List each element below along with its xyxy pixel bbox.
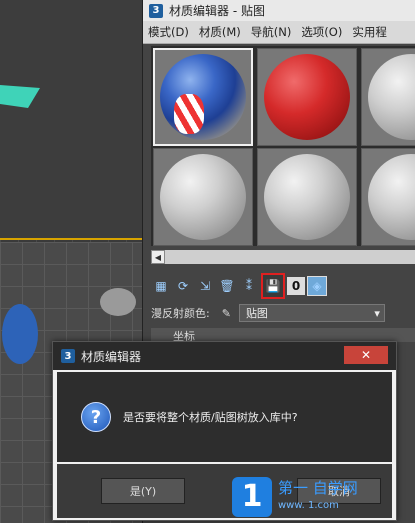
watermark-text-block: 第一 自学网 www. 1.com <box>278 479 358 515</box>
sample-slot-4[interactable] <box>153 148 253 246</box>
dialog-message: 是否要将整个材质/贴图树放入库中? <box>123 411 298 424</box>
sample-sphere-gray <box>160 154 246 240</box>
dialog-body: ? 是否要将整个材质/贴图树放入库中? <box>57 372 392 462</box>
eyedropper-icon[interactable]: ✎ <box>222 307 231 320</box>
material-sample-slots <box>151 46 415 246</box>
menu-bar: 模式(D) 材质(M) 导航(N) 选项(O) 实用程 <box>143 21 415 44</box>
material-toolbar: ▦ ⟳ ⇲ 🗑 ⁑ 💾 0 ◈ <box>151 272 415 300</box>
slots-scrollbar[interactable]: ◀ <box>151 250 415 264</box>
watermark-text: 第一 自学网 <box>278 478 358 497</box>
reset-map-icon[interactable]: 🗑 <box>217 276 237 296</box>
dialog-titlebar[interactable]: 3 材质编辑器 ✕ <box>53 342 396 370</box>
object-shape <box>100 288 136 316</box>
sample-slot-2[interactable] <box>257 48 357 146</box>
sample-sphere-gray <box>368 154 415 240</box>
dialog-app-icon: 3 <box>61 349 75 363</box>
material-editor-titlebar[interactable]: 3 材质编辑器 - 贴图 <box>143 0 415 21</box>
menu-material[interactable]: 材质(M) <box>194 24 246 40</box>
sample-slot-3[interactable] <box>361 48 415 146</box>
sample-sphere-gray <box>264 154 350 240</box>
menu-options[interactable]: 选项(O) <box>296 24 347 40</box>
chevron-down-icon: ▾ <box>374 306 380 320</box>
make-unique-icon[interactable]: ⁑ <box>239 276 259 296</box>
teapot-shape <box>2 304 38 364</box>
diffuse-color-label: 漫反射颜色: <box>151 307 210 320</box>
sample-sphere-textured <box>160 54 246 140</box>
coordinates-rollout[interactable]: 坐标 <box>151 328 415 343</box>
diffuse-map-row: 漫反射颜色: ✎ 贴图 ▾ <box>151 304 415 322</box>
watermark-url: www. 1.com <box>278 499 339 511</box>
material-editor-title: 材质编辑器 - 贴图 <box>169 4 265 18</box>
menu-navigation[interactable]: 导航(N) <box>246 24 297 40</box>
sample-sphere-gray <box>368 54 415 140</box>
sample-slot-6[interactable] <box>361 148 415 246</box>
put-to-library-icon[interactable]: 💾 <box>261 273 285 299</box>
close-button[interactable]: ✕ <box>344 346 388 364</box>
sample-slot-5[interactable] <box>257 148 357 246</box>
watermark: 1 第一 自学网 www. 1.com <box>232 470 415 523</box>
get-material-icon[interactable]: ▦ <box>151 276 171 296</box>
show-shaded-map-icon[interactable]: ◈ <box>307 276 327 296</box>
yes-button[interactable]: 是(Y) <box>101 478 185 504</box>
sample-sphere-red <box>264 54 350 140</box>
material-id-channel-button[interactable]: 0 <box>287 277 305 295</box>
map-type-dropdown[interactable]: 贴图 ▾ <box>238 304 385 322</box>
map-type-value: 贴图 <box>245 307 268 320</box>
menu-utilities[interactable]: 实用程 <box>347 24 392 40</box>
scroll-left-icon[interactable]: ◀ <box>151 250 165 264</box>
put-to-scene-icon[interactable]: ⟳ <box>173 276 193 296</box>
menu-mode[interactable]: 模式(D) <box>143 24 194 40</box>
teal-plane-shape <box>0 85 40 108</box>
sample-slot-1[interactable] <box>153 48 253 146</box>
watermark-logo: 1 <box>232 476 272 517</box>
question-icon: ? <box>81 402 111 432</box>
viewport-top[interactable] <box>0 0 150 240</box>
assign-to-selection-icon[interactable]: ⇲ <box>195 276 215 296</box>
viewport-top-content <box>0 85 40 108</box>
app-icon: 3 <box>149 3 163 18</box>
dialog-title: 材质编辑器 <box>81 349 142 364</box>
screen: { "material_editor": { "app_badge": "3",… <box>0 0 415 523</box>
